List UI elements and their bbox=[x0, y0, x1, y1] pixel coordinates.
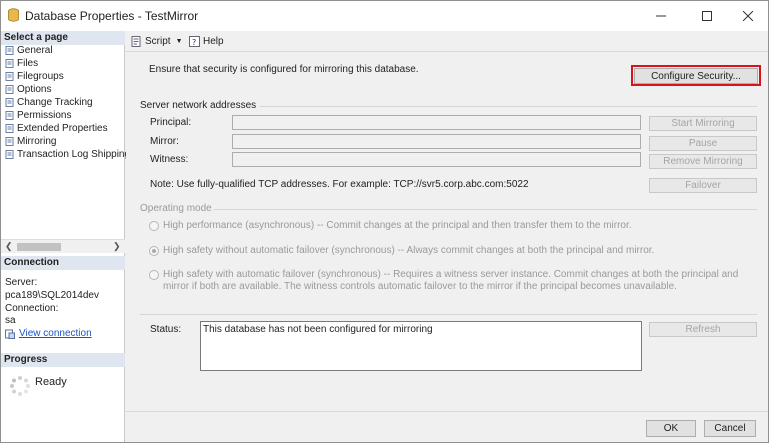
refresh-button[interactable]: Refresh bbox=[649, 322, 757, 337]
page-icon bbox=[5, 137, 14, 146]
close-icon bbox=[743, 11, 753, 21]
failover-button[interactable]: Failover bbox=[649, 178, 757, 193]
page-icon bbox=[5, 85, 14, 94]
start-mirroring-button[interactable]: Start Mirroring bbox=[649, 116, 757, 131]
nav-item-label: Filegroups bbox=[17, 71, 64, 82]
horizontal-scrollbar[interactable]: ❮ ❯ bbox=[1, 239, 125, 253]
nav-item-general[interactable]: General bbox=[5, 44, 53, 57]
progress-status: Ready bbox=[35, 376, 67, 388]
script-button[interactable]: Script ▼ bbox=[131, 34, 183, 48]
svg-text:?: ? bbox=[192, 38, 196, 47]
mirroring-page: Ensure that security is configured for m… bbox=[126, 51, 768, 411]
help-label: Help bbox=[203, 35, 224, 47]
page-icon bbox=[5, 72, 14, 81]
nav-item-label: Permissions bbox=[17, 110, 72, 121]
chevron-down-icon[interactable]: ▼ bbox=[176, 38, 183, 45]
nav-item-change-tracking[interactable]: Change Tracking bbox=[5, 96, 93, 109]
server-network-header: Server network addresses bbox=[140, 100, 257, 111]
witness-field[interactable] bbox=[232, 152, 641, 167]
title-bar[interactable]: Database Properties - TestMirror bbox=[1, 1, 768, 31]
connection-value: sa bbox=[5, 315, 16, 326]
group-divider bbox=[140, 314, 757, 315]
scroll-right-icon[interactable]: ❯ bbox=[113, 241, 121, 252]
connection-properties-icon bbox=[5, 329, 15, 339]
mirror-field[interactable] bbox=[232, 134, 641, 149]
nav-item-mirroring[interactable]: Mirroring bbox=[5, 135, 56, 148]
status-value: This database has not been configured fo… bbox=[203, 324, 433, 335]
mode-high-performance-label: High performance (asynchronous) -- Commi… bbox=[163, 220, 632, 231]
nav-item-label: General bbox=[17, 45, 53, 56]
left-panel: Select a page General Files Filegroups O… bbox=[1, 31, 130, 442]
mode-high-safety-failover-label-2: mirror if both are available. The witnes… bbox=[163, 281, 677, 292]
dialog-footer: OK Cancel bbox=[126, 411, 768, 442]
radio-high-safety-no-failover[interactable] bbox=[149, 246, 159, 256]
scroll-left-icon[interactable]: ❮ bbox=[5, 241, 13, 252]
page-icon bbox=[5, 124, 14, 133]
connection-header: Connection bbox=[1, 256, 125, 270]
group-divider bbox=[214, 209, 757, 210]
minimize-button[interactable] bbox=[642, 1, 680, 31]
radio-high-safety-failover[interactable] bbox=[149, 270, 159, 280]
window-title: Database Properties - TestMirror bbox=[25, 9, 199, 23]
nav-item-label: Transaction Log Shipping bbox=[17, 149, 131, 160]
operating-mode-header: Operating mode bbox=[140, 203, 212, 214]
nav-item-transaction-log-shipping[interactable]: Transaction Log Shipping bbox=[5, 148, 130, 161]
nav-item-permissions[interactable]: Permissions bbox=[5, 109, 71, 122]
page-icon bbox=[5, 98, 14, 107]
maximize-button[interactable] bbox=[688, 1, 726, 31]
nav-item-options[interactable]: Options bbox=[5, 83, 51, 96]
page-icon bbox=[5, 111, 14, 120]
group-divider bbox=[260, 106, 757, 107]
ok-button[interactable]: OK bbox=[646, 420, 696, 437]
page-icon bbox=[5, 59, 14, 68]
cancel-button[interactable]: Cancel bbox=[704, 420, 756, 437]
server-label: Server: bbox=[5, 277, 38, 288]
nav-item-label: Files bbox=[17, 58, 39, 69]
dialog-window: Database Properties - TestMirror Select … bbox=[0, 0, 769, 443]
nav-item-label: Options bbox=[17, 84, 52, 95]
nav-item-label: Extended Properties bbox=[17, 123, 108, 134]
highlight-box bbox=[631, 65, 761, 86]
view-connection-link[interactable]: View connection bbox=[19, 328, 92, 339]
nav-item-label: Change Tracking bbox=[17, 97, 93, 108]
page-icon bbox=[5, 150, 14, 159]
nav-item-extended-properties[interactable]: Extended Properties bbox=[5, 122, 108, 135]
nav-item-label: Mirroring bbox=[17, 136, 57, 147]
maximize-icon bbox=[702, 11, 712, 21]
security-text: Ensure that security is configured for m… bbox=[149, 64, 419, 75]
connection-label: Connection: bbox=[5, 303, 59, 314]
witness-label: Witness: bbox=[150, 154, 189, 165]
pause-button[interactable]: Pause bbox=[649, 136, 757, 151]
page-icon bbox=[5, 46, 14, 55]
select-page-header: Select a page bbox=[1, 31, 125, 45]
remove-mirroring-button[interactable]: Remove Mirroring bbox=[649, 154, 757, 169]
script-label: Script bbox=[145, 35, 171, 47]
script-icon bbox=[131, 35, 141, 47]
minimize-icon bbox=[656, 15, 666, 17]
note-text: Note: Use fully-qualified TCP addresses.… bbox=[150, 179, 529, 190]
scrollbar-thumb[interactable] bbox=[17, 243, 61, 251]
mode-high-safety-no-failover-label: High safety without automatic failover (… bbox=[163, 245, 655, 256]
nav-item-filegroups[interactable]: Filegroups bbox=[5, 70, 64, 83]
progress-spinner-icon bbox=[10, 376, 30, 396]
status-label: Status: bbox=[150, 324, 182, 335]
progress-header: Progress bbox=[1, 353, 125, 367]
status-box: This database has not been configured fo… bbox=[200, 321, 642, 371]
mode-high-safety-failover-label-1: High safety with automatic failover (syn… bbox=[163, 269, 739, 280]
principal-field[interactable] bbox=[232, 115, 641, 130]
server-value: pca189\SQL2014dev bbox=[5, 290, 99, 301]
nav-item-files[interactable]: Files bbox=[5, 57, 38, 70]
mirror-label: Mirror: bbox=[150, 136, 179, 147]
radio-high-performance[interactable] bbox=[149, 221, 159, 231]
close-button[interactable] bbox=[729, 1, 767, 31]
view-connection-row[interactable]: View connection bbox=[5, 328, 92, 339]
help-icon: ? bbox=[189, 35, 200, 47]
help-button[interactable]: ? Help bbox=[189, 34, 224, 48]
principal-label: Principal: bbox=[150, 117, 192, 128]
database-icon bbox=[8, 8, 19, 22]
